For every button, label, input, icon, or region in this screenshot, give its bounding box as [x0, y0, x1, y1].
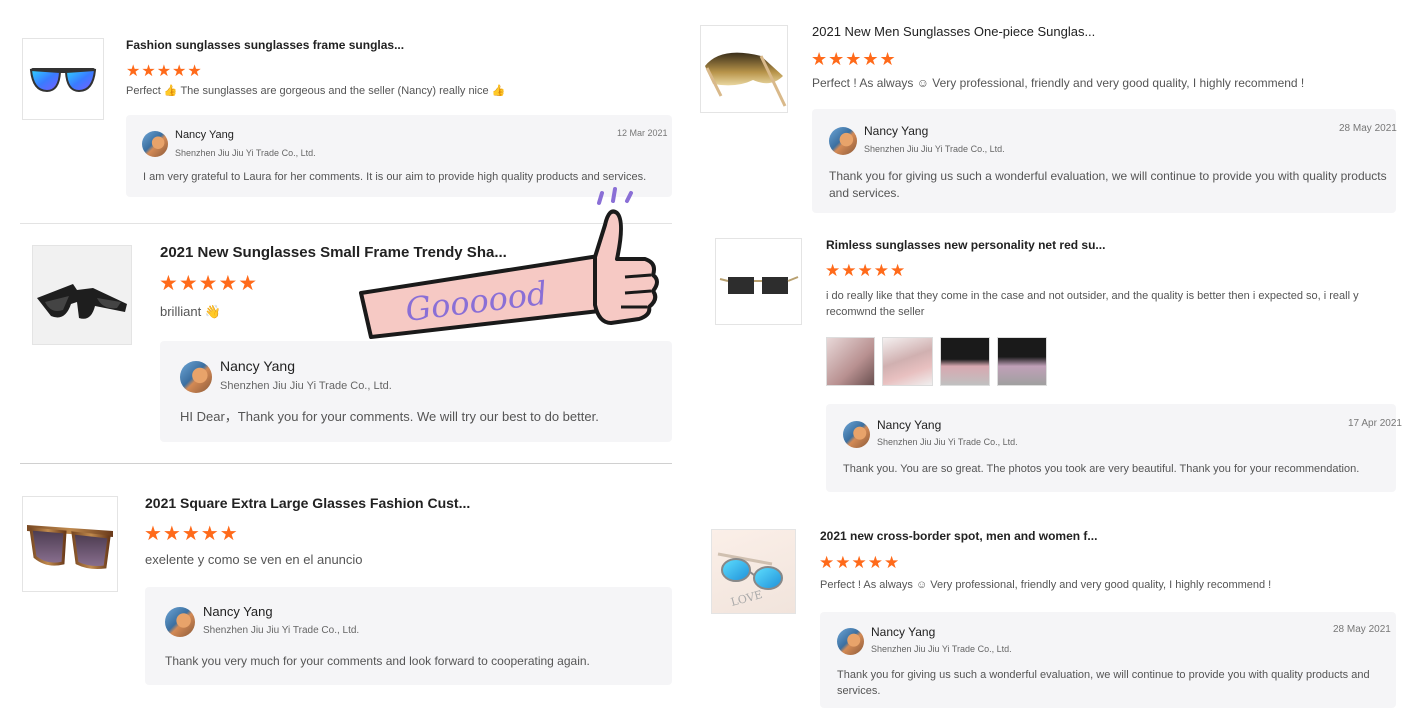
sunglasses-image: [719, 276, 799, 294]
reply-text: Thank you very much for your comments an…: [165, 654, 590, 668]
product-thumbnail[interactable]: [32, 245, 132, 345]
rating-stars: ★★★★★: [825, 261, 907, 280]
divider: [20, 463, 672, 464]
review-text: Perfect 👍 The sunglasses are gorgeous an…: [126, 85, 506, 97]
product-thumbnail[interactable]: [700, 25, 788, 113]
avatar: [180, 361, 212, 393]
reply-text: Thank you. You are so great. The photos …: [843, 463, 1360, 475]
reply-date: 28 May 2021: [1333, 624, 1391, 635]
seller-name: Nancy Yang: [877, 418, 942, 432]
seller-reply: Nancy Yang Shenzhen Jiu Jiu Yi Trade Co.…: [820, 612, 1396, 708]
product-thumbnail[interactable]: [22, 496, 118, 592]
seller-reply: Nancy Yang Shenzhen Jiu Jiu Yi Trade Co.…: [826, 404, 1402, 492]
thumbs-up-sticker: Goooood: [359, 187, 659, 339]
svg-text:LOVE: LOVE: [729, 588, 763, 609]
avatar: [165, 607, 195, 637]
seller-reply: Nancy Yang Shenzhen Jiu Jiu Yi Trade Co.…: [160, 341, 672, 442]
sunglasses-image: [37, 284, 127, 319]
seller-name: Nancy Yang: [864, 124, 929, 138]
review-photo[interactable]: [997, 337, 1047, 386]
sunglasses-image: [705, 52, 787, 107]
product-thumbnail[interactable]: [22, 38, 104, 120]
rating-stars: ★★★★★: [159, 272, 259, 295]
seller-name: Nancy Yang: [175, 129, 234, 141]
reply-text: Thank you for giving us such a wonderful…: [829, 169, 1387, 201]
rating-stars: ★★★★★: [819, 553, 901, 572]
seller-company: Shenzhen Jiu Jiu Yi Trade Co., Ltd.: [877, 437, 1018, 447]
product-thumbnail[interactable]: LOVE: [711, 529, 796, 614]
seller-company: Shenzhen Jiu Jiu Yi Trade Co., Ltd.: [871, 644, 1012, 654]
seller-name: Nancy Yang: [203, 604, 273, 619]
seller-company: Shenzhen Jiu Jiu Yi Trade Co., Ltd.: [864, 144, 1005, 154]
reply-text: Thank you for giving us such a wonderful…: [837, 669, 1370, 697]
product-title[interactable]: Rimless sunglasses new personality net r…: [826, 238, 1105, 252]
product-title[interactable]: Fashion sunglasses sunglasses frame sung…: [126, 38, 404, 52]
reply-date: 28 May 2021: [1339, 123, 1397, 134]
product-title[interactable]: 2021 New Men Sunglasses One-piece Sungla…: [812, 24, 1095, 39]
seller-name: Nancy Yang: [871, 625, 936, 639]
sunglasses-image: [27, 525, 113, 569]
review-text: exelente y como se ven en el anuncio: [145, 552, 363, 567]
rating-stars: ★★★★★: [811, 49, 897, 69]
review-photo[interactable]: [940, 337, 990, 386]
seller-company: Shenzhen Jiu Jiu Yi Trade Co., Ltd.: [175, 148, 316, 158]
rating-stars: ★★★★★: [144, 523, 239, 545]
seller-reply: Nancy Yang Shenzhen Jiu Jiu Yi Trade Co.…: [145, 587, 672, 685]
product-title[interactable]: 2021 new cross-border spot, men and wome…: [820, 529, 1097, 543]
review-text: Perfect ! As always ☺ Very professional,…: [812, 76, 1305, 90]
review-text: i do really like that they come in the c…: [826, 290, 1359, 318]
rating-stars: ★★★★★: [126, 63, 203, 80]
sunglasses-image: [29, 68, 97, 93]
reply-text: HI Dear，Thank you for your comments. We …: [180, 409, 599, 424]
review-photo[interactable]: [882, 337, 933, 386]
avatar: [142, 131, 168, 157]
reply-text: I am very grateful to Laura for her comm…: [143, 171, 647, 183]
reply-date: 12 Mar 2021: [617, 128, 668, 138]
review-text: Perfect ! As always ☺ Very professional,…: [820, 579, 1272, 591]
review-photo[interactable]: [826, 337, 875, 386]
seller-reply: Nancy Yang Shenzhen Jiu Jiu Yi Trade Co.…: [812, 109, 1397, 213]
seller-name: Nancy Yang: [220, 358, 295, 374]
reply-date: 17 Apr 2021: [1348, 418, 1402, 429]
seller-company: Shenzhen Jiu Jiu Yi Trade Co., Ltd.: [220, 380, 392, 392]
product-title[interactable]: 2021 Square Extra Large Glasses Fashion …: [145, 495, 470, 511]
sunglasses-image: LOVE: [717, 552, 783, 609]
avatar: [837, 628, 864, 655]
seller-company: Shenzhen Jiu Jiu Yi Trade Co., Ltd.: [203, 625, 360, 636]
avatar: [843, 421, 870, 448]
avatar: [829, 127, 857, 155]
product-thumbnail[interactable]: [715, 238, 802, 325]
